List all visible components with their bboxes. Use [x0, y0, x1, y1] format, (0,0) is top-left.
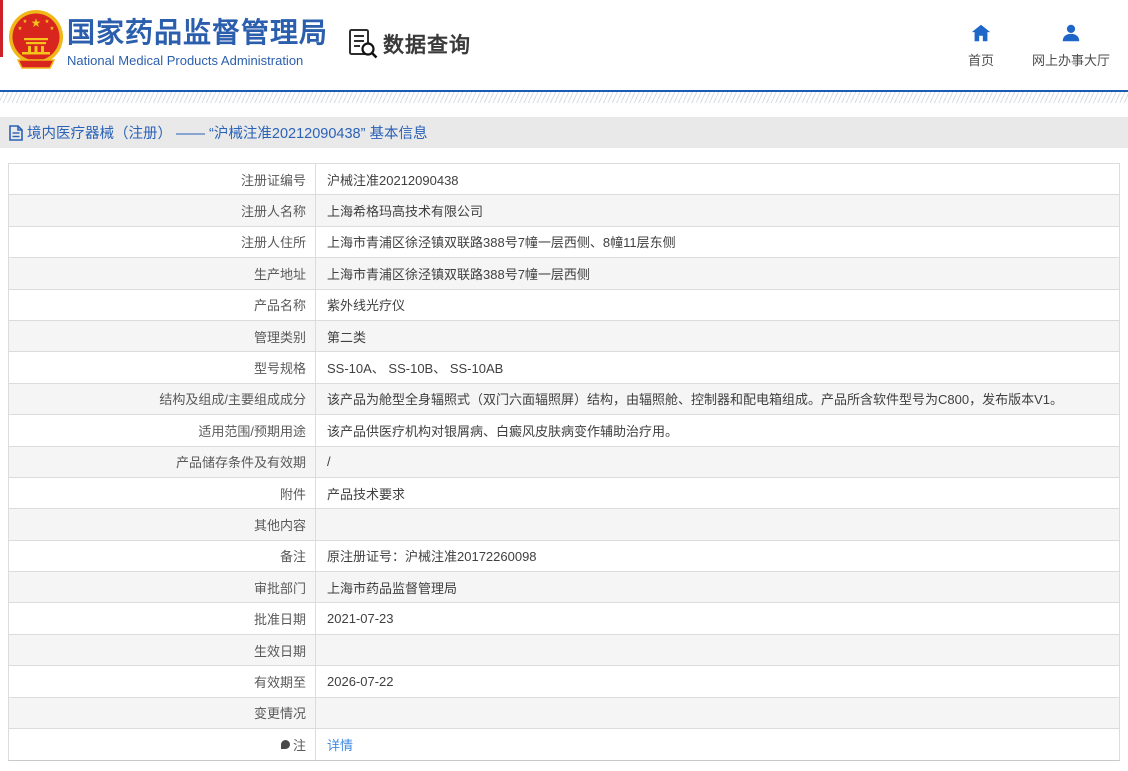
breadcrumb: 境内医疗器械（注册） —— “沪械注准20212090438” 基本信息: [0, 117, 1128, 148]
row-value: 详情: [316, 729, 1119, 760]
table-row: 型号规格 SS-10A、 SS-10B、 SS-10AB: [9, 352, 1119, 384]
table-row: 管理类别 第二类: [9, 320, 1119, 353]
table-row: 其他内容: [9, 509, 1119, 541]
row-value: [316, 635, 1119, 665]
row-label: 产品名称: [9, 289, 316, 320]
row-value: 上海市青浦区徐泾镇双联路388号7幢一层西侧: [327, 266, 590, 282]
row-label: 产品储存条件及有效期: [9, 446, 316, 477]
row-value: 上海市药品监督管理局: [327, 580, 458, 596]
table-row: 有效期至 2026-07-22: [9, 666, 1119, 698]
table-row: 批准日期 2021-07-23: [9, 603, 1119, 635]
table-row: 注详情: [9, 729, 1119, 761]
row-label: 备注: [9, 540, 316, 572]
info-table: 注册证编号 沪械注准20212090438 注册人名称 上海希格玛高技术有限公司 注册人…: [8, 163, 1120, 762]
table-row: 注册人名称 上海希格玛高技术有限公司: [9, 195, 1119, 227]
row-value: 第二类: [327, 329, 367, 345]
row-value: SS-10A、 SS-10B、 SS-10AB: [327, 361, 504, 377]
data-query-tab[interactable]: 数据查询: [348, 28, 471, 59]
row-label: 生产地址: [9, 258, 316, 289]
row-value: 原注册证号：沪械注准20172260098: [327, 549, 537, 565]
row-value: /: [327, 454, 331, 470]
national-emblem-icon[interactable]: ★ ★ ★ ★ ★: [8, 8, 64, 74]
table-row: 结构及组成/主要组成成分 该产品为舱型全身辐照式（双门六面辐照屏）结构，由辐照舱、…: [9, 383, 1119, 416]
row-label: 注: [9, 729, 316, 761]
table-row: 注册证编号 沪械注准20212090438: [9, 164, 1119, 196]
table-row: 变更情况: [9, 697, 1119, 730]
row-label: 结构及组成/主要组成成分: [9, 383, 316, 415]
svg-text:★: ★: [45, 19, 50, 25]
svg-text:★: ★: [50, 26, 55, 32]
row-value: [316, 509, 1119, 539]
row-value: 紫外线光疗仪: [327, 298, 406, 314]
svg-text:★: ★: [23, 19, 28, 25]
row-label: 批准日期: [9, 603, 316, 634]
hatch-divider: [0, 92, 1128, 103]
row-label: 注册人名称: [9, 195, 316, 226]
svg-text:★: ★: [18, 26, 23, 32]
svg-text:★: ★: [31, 16, 42, 30]
table-row: 注册人住所 上海市青浦区徐泾镇双联路388号7幢一层西侧、8幢11层东侧: [9, 226, 1119, 259]
row-label: 变更情况: [9, 697, 316, 729]
home-icon: [971, 24, 991, 42]
file-icon: [9, 124, 23, 141]
row-value: 沪械注准20212090438: [327, 172, 459, 188]
table-row: 产品名称 紫外线光疗仪: [9, 289, 1119, 321]
row-value: 2021-07-23: [327, 611, 394, 627]
brand-block[interactable]: 国家药品监督管理局 National Medical Products Admi…: [67, 16, 328, 68]
row-value: [316, 698, 1119, 728]
row-label: 适用范围/预期用途: [9, 415, 316, 446]
table-row: 备注 原注册证号：沪械注准20172260098: [9, 540, 1119, 573]
left-red-strip: [0, 0, 3, 57]
table-row: 适用范围/预期用途 该产品供医疗机构对银屑病、白癜风皮肤病变作辅助治疗用。: [9, 415, 1119, 447]
table-row: 生效日期: [9, 634, 1119, 667]
row-label: 审批部门: [9, 572, 316, 603]
detail-link[interactable]: 详情: [327, 735, 353, 754]
row-label: 其他内容: [9, 509, 316, 540]
row-label: 注册人住所: [9, 226, 316, 258]
row-value: 该产品供医疗机构对银屑病、白癜风皮肤病变作辅助治疗用。: [327, 423, 679, 439]
row-value: 上海市青浦区徐泾镇双联路388号7幢一层西侧、8幢11层东侧: [327, 235, 676, 251]
row-label: 有效期至: [9, 666, 316, 697]
data-query-label: 数据查询: [383, 33, 471, 57]
nav-home-label: 首页: [967, 53, 994, 68]
top-nav: 首页 网上办事大厅: [968, 22, 1110, 69]
row-label: 注册证编号: [9, 164, 316, 195]
site-header: ★ ★ ★ ★ ★ 国家药品监督管理局 National Medical Pro…: [0, 0, 1128, 90]
breadcrumb-text: 境内医疗器械（注册） —— “沪械注准20212090438” 基本信息: [27, 126, 428, 142]
agency-title: 国家药品监督管理局: [67, 17, 329, 48]
nav-item-home[interactable]: 首页: [968, 22, 994, 69]
row-label: 生效日期: [9, 634, 316, 666]
row-value: 2026-07-22: [327, 673, 394, 689]
document-search-icon: [349, 29, 378, 59]
row-value: 该产品为舱型全身辐照式（双门六面辐照屏）结构，由辐照舱、控制器和配电箱组成。产品…: [327, 392, 1063, 408]
agency-subtitle: National Medical Products Administration: [67, 52, 304, 68]
person-icon: [1062, 24, 1080, 42]
row-label: 管理类别: [9, 320, 316, 352]
row-label: 型号规格: [9, 352, 316, 383]
nav-hall-label: 网上办事大厅: [1031, 53, 1110, 68]
row-value: 上海希格玛高技术有限公司: [327, 204, 484, 220]
table-row: 生产地址 上海市青浦区徐泾镇双联路388号7幢一层西侧: [9, 258, 1119, 290]
table-row: 审批部门 上海市药品监督管理局: [9, 572, 1119, 604]
row-value: 产品技术要求: [327, 486, 406, 502]
table-row: 附件 产品技术要求: [9, 477, 1119, 510]
note-balloon-icon: [280, 740, 290, 750]
nav-item-service-hall[interactable]: 网上办事大厅: [1032, 22, 1110, 69]
row-label: 附件: [9, 477, 316, 509]
table-row: 产品储存条件及有效期 /: [9, 446, 1119, 478]
